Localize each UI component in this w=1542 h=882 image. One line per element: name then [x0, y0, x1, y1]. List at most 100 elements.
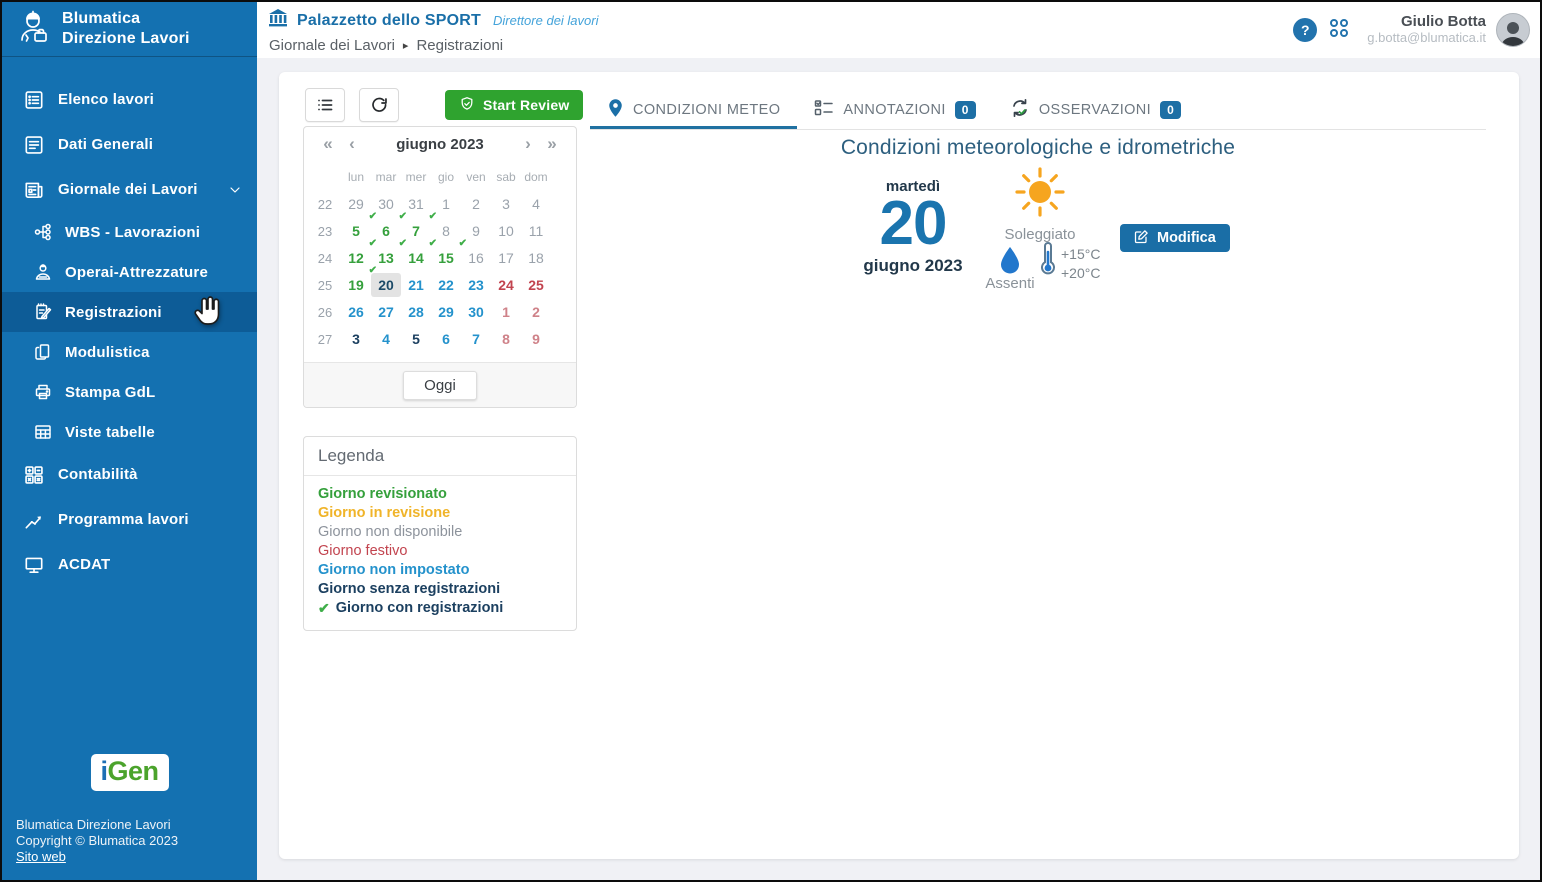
sidebar-item-label: Giornale dei Lavori: [58, 181, 198, 198]
calendar-month-label[interactable]: giugno 2023: [364, 136, 516, 153]
avatar[interactable]: [1496, 13, 1530, 47]
sidebar-item-label: Programma lavori: [58, 511, 189, 528]
check-icon: ✔: [318, 599, 330, 618]
calendar-day[interactable]: 29: [341, 191, 371, 217]
calendar-day[interactable]: 22: [431, 272, 461, 298]
calendar-day[interactable]: 9: [521, 326, 551, 352]
sidebar-item-programma-lavori[interactable]: Programma lavori: [2, 497, 257, 542]
start-review-button[interactable]: Start Review: [445, 90, 583, 120]
calendar-day[interactable]: 8: [491, 326, 521, 352]
calendar-day[interactable]: 25: [521, 272, 551, 298]
chart-steps-icon: [22, 508, 46, 532]
calendar-day[interactable]: 30: [461, 299, 491, 325]
project-title[interactable]: Palazzetto dello SPORT: [297, 12, 481, 30]
calendar-day[interactable]: 7: [461, 326, 491, 352]
calendar: « ‹ giugno 2023 › » lunmarmergiovensabdo…: [303, 126, 577, 408]
calendar-day[interactable]: 1: [491, 299, 521, 325]
legend-item-giorno-revisionato: Giorno revisionato: [318, 485, 562, 504]
sidebar-nav: Elenco lavoriDati Generali Giornale dei L…: [2, 57, 257, 587]
apps-grid-icon[interactable]: [1327, 16, 1351, 45]
tab-divider: [590, 129, 1486, 130]
calendar-day[interactable]: 12✔: [341, 245, 371, 271]
calendar-day[interactable]: 14✔: [401, 245, 431, 271]
calendar-prev-year-button[interactable]: «: [316, 134, 340, 154]
tab-bar: CONDIZIONI METEO ANNOTAZIONI 0 OSSERVAZIONI…: [590, 94, 1198, 130]
tab-label: OSSERVAZIONI: [1039, 102, 1151, 118]
calendar-day[interactable]: 2: [461, 191, 491, 217]
checklist-icon: [814, 99, 834, 121]
calendar-day[interactable]: 26: [341, 299, 371, 325]
footer-copyright: Copyright © Blumatica 2023: [16, 833, 178, 849]
calendar-day[interactable]: 4: [521, 191, 551, 217]
sidebar-item-operai-attrezzature[interactable]: Operai-Attrezzature: [2, 252, 257, 292]
list-view-button[interactable]: [305, 88, 345, 122]
sidebar-item-modulistica[interactable]: Modulistica: [2, 332, 257, 372]
edit-pencil-icon: [1134, 229, 1149, 248]
tab-osservazioni[interactable]: OSSERVAZIONI0: [993, 94, 1198, 130]
weather-section-title: Condizioni meteorologiche e idrometriche: [590, 136, 1486, 160]
sidebar-item-giornale-dei-lavori[interactable]: Giornale dei Lavori: [2, 167, 257, 212]
calendar-day[interactable]: 27: [371, 299, 401, 325]
calendar-day[interactable]: 16: [461, 245, 491, 271]
calendar-day[interactable]: 10: [491, 218, 521, 244]
calendar-day[interactable]: 11: [521, 218, 551, 244]
list-doc-icon: [22, 88, 46, 112]
calendar-day[interactable]: 19✔: [341, 272, 371, 298]
calendar-day[interactable]: 20: [371, 272, 401, 298]
calendar-day[interactable]: 24: [491, 272, 521, 298]
calendar-day[interactable]: 5✔: [341, 218, 371, 244]
calendar-day[interactable]: 6: [431, 326, 461, 352]
calendar-day[interactable]: 5: [401, 326, 431, 352]
pin-icon: [607, 98, 624, 122]
today-button[interactable]: Oggi: [403, 371, 477, 400]
week-number: 25: [309, 272, 341, 298]
tab-annotazioni[interactable]: ANNOTAZIONI 0: [797, 94, 993, 130]
calendar-day[interactable]: 4: [371, 326, 401, 352]
sidebar-item-dati-generali[interactable]: Dati Generali: [2, 122, 257, 167]
tab-label: ANNOTAZIONI: [843, 102, 945, 118]
sidebar-item-registrazioni[interactable]: Registrazioni: [2, 292, 257, 332]
igen-logo-text: iGen: [100, 756, 158, 787]
calendar-day[interactable]: 29: [431, 299, 461, 325]
calendar-prev-month-button[interactable]: ‹: [340, 134, 364, 154]
breadcrumb-separator-icon: ▸: [403, 39, 409, 52]
calendar-day[interactable]: 21: [401, 272, 431, 298]
sidebar-item-contabilit[interactable]: Contabilità: [2, 452, 257, 497]
document-icon: [22, 133, 46, 157]
user-name: Giulio Botta: [1367, 14, 1486, 30]
tab-count-badge: 0: [955, 101, 976, 119]
breadcrumb-parent[interactable]: Giornale dei Lavori: [269, 37, 395, 54]
edit-weather-button[interactable]: Modifica: [1120, 224, 1230, 252]
app-window: Blumatica Direzione Lavori Elenco lavori…: [0, 0, 1542, 882]
user-meta[interactable]: Giulio Botta g.botta@blumatica.it: [1367, 14, 1486, 46]
sidebar-item-elenco-lavori[interactable]: Elenco lavori: [2, 77, 257, 122]
refresh-button[interactable]: [359, 88, 399, 122]
sidebar-item-label: Stampa GdL: [65, 384, 155, 401]
help-button[interactable]: ?: [1293, 18, 1317, 42]
calendar-day[interactable]: 2: [521, 299, 551, 325]
legend-item-giorno-senza-registrazioni: Giorno senza registrazioni: [318, 580, 562, 599]
tab-condizioni-meteo[interactable]: CONDIZIONI METEO: [590, 94, 797, 130]
sidebar-item-label: ACDAT: [58, 556, 110, 573]
breadcrumb: Giornale dei Lavori ▸ Registrazioni: [269, 37, 599, 54]
user-email: g.botta@blumatica.it: [1367, 30, 1486, 46]
calendar-day[interactable]: 17: [491, 245, 521, 271]
sidebar-item-acdat[interactable]: ACDAT: [2, 542, 257, 587]
calendar-next-month-button[interactable]: ›: [516, 134, 540, 154]
calendar-day[interactable]: 18: [521, 245, 551, 271]
footer-website-link[interactable]: Sito web: [16, 849, 66, 864]
calendar-day[interactable]: 3: [491, 191, 521, 217]
sidebar-item-viste-tabelle[interactable]: Viste tabelle: [2, 412, 257, 452]
calendar-day[interactable]: 15✔: [431, 245, 461, 271]
temp-min: +15°C: [1061, 245, 1100, 264]
calendar-day[interactable]: 28: [401, 299, 431, 325]
calendar-day[interactable]: 3: [341, 326, 371, 352]
temperature-values: +15°C +20°C: [1061, 245, 1100, 283]
sidebar-item-wbs-lavorazioni[interactable]: WBS - Lavorazioni: [2, 212, 257, 252]
worker-logo-icon: [14, 8, 52, 51]
calendar-grid: lunmarmergiovensabdom222930311234235✔6✔7…: [304, 158, 576, 362]
org-chart-icon: [32, 222, 53, 243]
calendar-next-year-button[interactable]: »: [540, 134, 564, 154]
calendar-day[interactable]: 23: [461, 272, 491, 298]
sidebar-item-stampa-gdl[interactable]: Stampa GdL: [2, 372, 257, 412]
